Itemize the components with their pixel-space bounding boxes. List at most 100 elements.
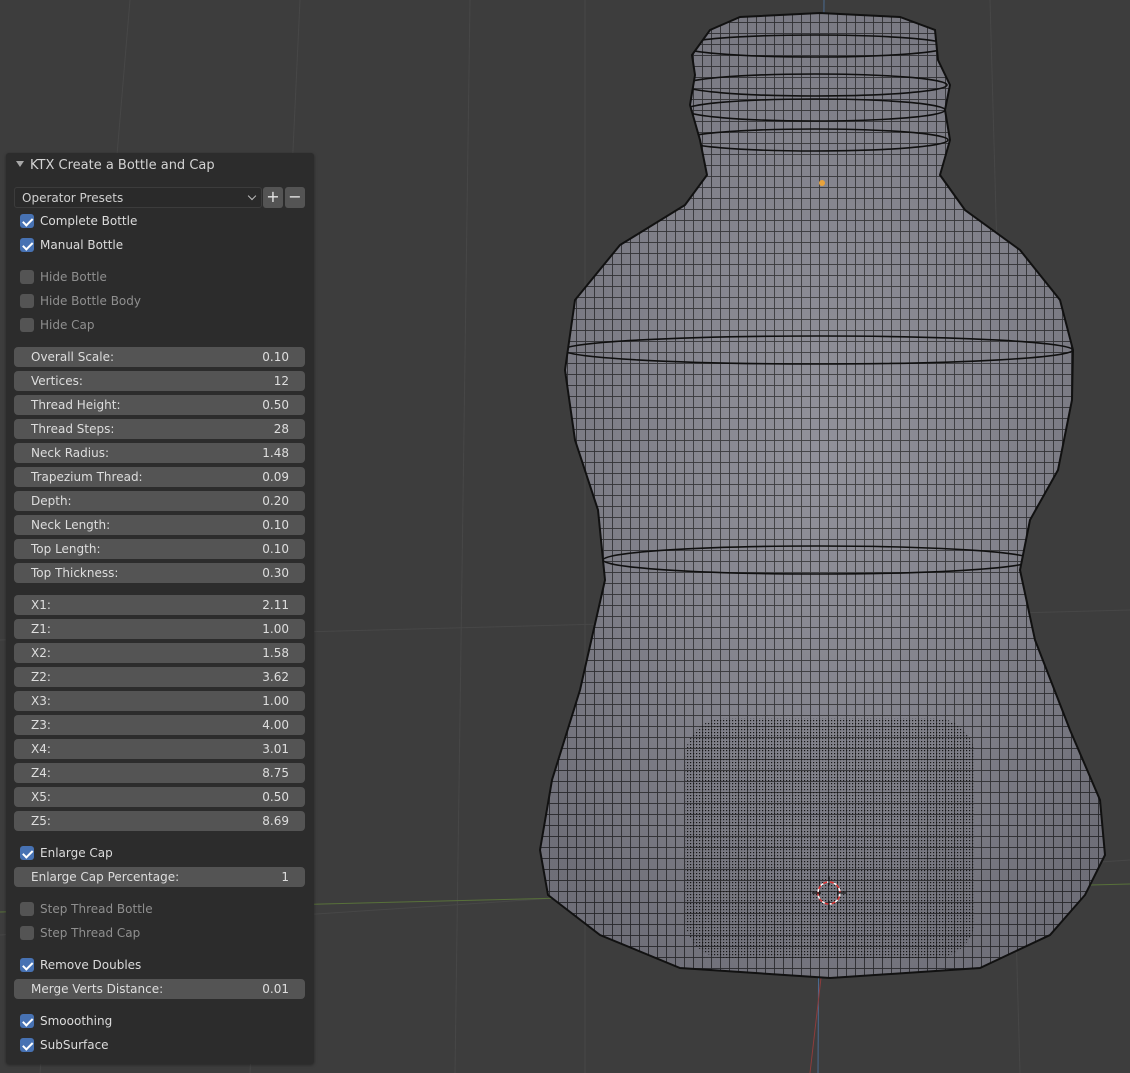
field-label: Thread Height:: [31, 398, 121, 412]
field-label: X4:: [31, 742, 51, 756]
checkbox-label: Complete Bottle: [40, 214, 138, 228]
field-value: 1.00: [262, 694, 289, 708]
checkbox-box[interactable]: [20, 318, 34, 332]
chevron-down-icon: [247, 191, 257, 201]
field-label: X2:: [31, 646, 51, 660]
field-z4[interactable]: Z4: 8.75: [14, 763, 305, 783]
panel-header[interactable]: KTX Create a Bottle and Cap: [6, 153, 314, 179]
checkbox-label: Enlarge Cap: [40, 846, 113, 860]
field-label: Z5:: [31, 814, 51, 828]
field-label: Overall Scale:: [31, 350, 115, 364]
field-label: Depth:: [31, 494, 72, 508]
field-x2[interactable]: X2: 1.58: [14, 643, 305, 663]
field-overall-scale[interactable]: Overall Scale: 0.10: [14, 347, 305, 367]
checkbox-box[interactable]: [20, 214, 34, 228]
field-label: Z3:: [31, 718, 51, 732]
field-label: X5:: [31, 790, 51, 804]
field-z3[interactable]: Z3: 4.00: [14, 715, 305, 735]
field-value: 12: [273, 374, 289, 388]
field-label: Merge Verts Distance:: [31, 982, 164, 996]
operator-presets-dropdown[interactable]: Operator Presets: [14, 187, 262, 208]
checkbox-box[interactable]: [20, 270, 34, 284]
field-value: 0.09: [262, 470, 289, 484]
bottle-mesh[interactable]: [530, 0, 1120, 990]
field-value: 1.48: [262, 446, 289, 460]
inner-cap-mesh: [685, 718, 975, 958]
checkbox-label: Hide Bottle Body: [40, 294, 141, 308]
field-z1[interactable]: Z1: 1.00: [14, 619, 305, 639]
field-value: 8.75: [262, 766, 289, 780]
remove-preset-button[interactable]: −: [285, 187, 305, 208]
field-value: 1.00: [262, 622, 289, 636]
field-depth[interactable]: Depth: 0.20: [14, 491, 305, 511]
field-x1[interactable]: X1: 2.11: [14, 595, 305, 615]
field-value: 4.00: [262, 718, 289, 732]
field-z5[interactable]: Z5: 8.69: [14, 811, 305, 831]
field-neck-length[interactable]: Neck Length: 0.10: [14, 515, 305, 535]
add-preset-button[interactable]: +: [263, 187, 283, 208]
checkbox-label: Step Thread Bottle: [40, 902, 153, 916]
field-top-length[interactable]: Top Length: 0.10: [14, 539, 305, 559]
field-value: 8.69: [262, 814, 289, 828]
field-label: Neck Radius:: [31, 446, 109, 460]
field-value: 0.01: [262, 982, 289, 996]
field-value: 28: [273, 422, 289, 436]
field-label: Z2:: [31, 670, 51, 684]
field-vertices[interactable]: Vertices: 12: [14, 371, 305, 391]
checkbox-box[interactable]: [20, 846, 34, 860]
field-label: Trapezium Thread:: [31, 470, 143, 484]
field-label: Thread Steps:: [31, 422, 115, 436]
field-label: Neck Length:: [31, 518, 111, 532]
field-label: Z1:: [31, 622, 51, 636]
field-x3[interactable]: X3: 1.00: [14, 691, 305, 711]
checkbox-label: Hide Bottle: [40, 270, 107, 284]
field-value: 0.10: [262, 350, 289, 364]
checkbox-label: Remove Doubles: [40, 958, 142, 972]
field-label: Top Thickness:: [31, 566, 119, 580]
field-value: 1: [281, 870, 289, 884]
checkbox-box[interactable]: [20, 958, 34, 972]
checkbox-label: Hide Cap: [40, 318, 95, 332]
checkbox-box[interactable]: [20, 294, 34, 308]
field-label: Top Length:: [31, 542, 101, 556]
checkbox-label: Step Thread Cap: [40, 926, 141, 940]
object-origin-dot: [819, 180, 825, 186]
field-value: 3.62: [262, 670, 289, 684]
field-value: 0.50: [262, 398, 289, 412]
field-value: 0.20: [262, 494, 289, 508]
checkbox-label: SubSurface: [40, 1038, 109, 1052]
field-neck-radius[interactable]: Neck Radius: 1.48: [14, 443, 305, 463]
checkbox-label: Smooothing: [40, 1014, 113, 1028]
checkbox-box[interactable]: [20, 238, 34, 252]
field-value: 3.01: [262, 742, 289, 756]
field-trapezium-thread[interactable]: Trapezium Thread: 0.09: [14, 467, 305, 487]
panel-title: KTX Create a Bottle and Cap: [30, 158, 215, 173]
checkbox-box[interactable]: [20, 902, 34, 916]
field-label: Z4:: [31, 766, 51, 780]
field-thread-steps[interactable]: Thread Steps: 28: [14, 419, 305, 439]
field-x4[interactable]: X4: 3.01: [14, 739, 305, 759]
redo-operator-panel[interactable]: KTX Create a Bottle and Cap Operator Pre…: [6, 153, 314, 1064]
field-label: X3:: [31, 694, 51, 708]
checkbox-box[interactable]: [20, 926, 34, 940]
field-z2[interactable]: Z2: 3.62: [14, 667, 305, 687]
collapse-triangle-icon[interactable]: [16, 161, 24, 167]
field-value: 0.50: [262, 790, 289, 804]
operator-presets-label: Operator Presets: [22, 191, 124, 205]
field-x5[interactable]: X5: 0.50: [14, 787, 305, 807]
field-label: X1:: [31, 598, 51, 612]
field-label: Vertices:: [31, 374, 83, 388]
field-enlarge-cap-percentage[interactable]: Enlarge Cap Percentage: 1: [14, 867, 305, 887]
field-value: 0.10: [262, 518, 289, 532]
checkbox-box[interactable]: [20, 1038, 34, 1052]
field-top-thickness[interactable]: Top Thickness: 0.30: [14, 563, 305, 583]
field-merge-verts-distance[interactable]: Merge Verts Distance: 0.01: [14, 979, 305, 999]
checkbox-label: Manual Bottle: [40, 238, 124, 252]
field-label: Enlarge Cap Percentage:: [31, 870, 180, 884]
field-thread-height[interactable]: Thread Height: 0.50: [14, 395, 305, 415]
field-value: 0.10: [262, 542, 289, 556]
field-value: 0.30: [262, 566, 289, 580]
field-value: 2.11: [262, 598, 289, 612]
field-value: 1.58: [262, 646, 289, 660]
checkbox-box[interactable]: [20, 1014, 34, 1028]
